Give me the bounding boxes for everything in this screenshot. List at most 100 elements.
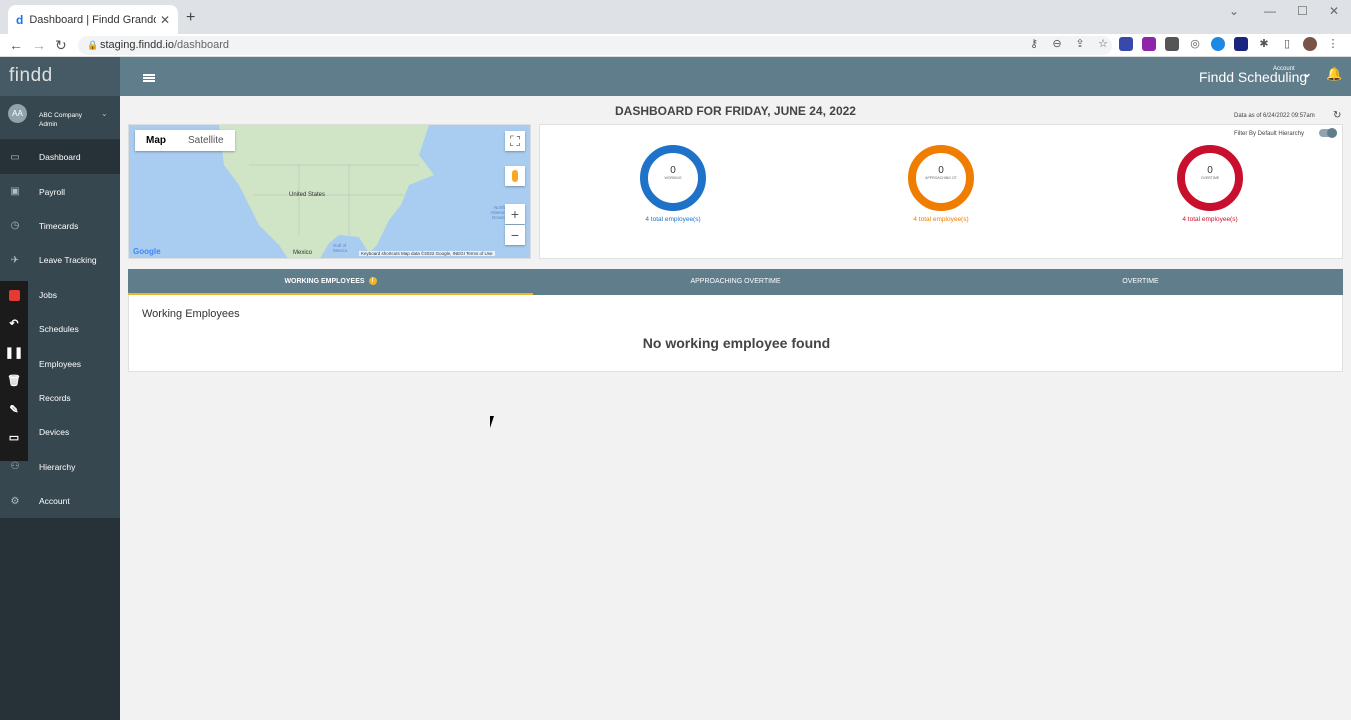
google-logo: Google [133, 247, 161, 256]
maximize-button[interactable]: ☐ [1297, 4, 1308, 18]
browser-tab-title: Dashboard | Findd Grandd Centr [29, 13, 156, 26]
sidebar-item-payroll[interactable]: ▣ Payroll [0, 174, 120, 209]
browser-tab[interactable]: d Dashboard | Findd Grandd Centr ✕ [8, 5, 178, 34]
tab-approaching-overtime[interactable]: APPROACHING OVERTIME [533, 269, 938, 295]
approaching-ot-caption: APPROACHING OT [925, 176, 957, 180]
bell-icon[interactable]: 🔔 [1326, 66, 1342, 82]
fullscreen-icon[interactable]: ⛶ [505, 131, 525, 151]
working-employees-panel: Working Employees No working employee fo… [128, 295, 1343, 372]
extension-icon[interactable]: ◎ [1187, 37, 1203, 54]
approaching-ot-total[interactable]: 4 total employee(s) [886, 216, 996, 223]
sidebar-item-label: Hierarchy [39, 461, 76, 472]
zoom-out-button[interactable]: − [505, 225, 525, 245]
camera-button[interactable]: ▭ [0, 424, 28, 453]
account-chevron-down-icon[interactable]: ⌄ [1302, 66, 1312, 80]
sidebar-item-timecards[interactable]: ◷ Timecards [0, 208, 120, 244]
data-timestamp: Data as of 6/24/2022 09:57am [1234, 113, 1315, 119]
overtime-ring[interactable]: 0 OVERTIME [1177, 145, 1243, 211]
hamburger-menu-icon[interactable] [143, 74, 155, 82]
tab-search-icon[interactable]: ⌄ [1229, 4, 1239, 18]
map-label-ocean: North Atlantic Ocean [490, 205, 505, 220]
minimize-button[interactable]: — [1264, 4, 1276, 18]
approaching-ot-ring[interactable]: 0 APPROACHING OT [908, 145, 974, 211]
working-ring[interactable]: 0 WORKING [640, 145, 706, 211]
info-icon[interactable]: i [368, 277, 377, 286]
trash-icon: 🗑 [7, 375, 21, 388]
sidebar-item-dashboard[interactable]: ▭ Dashboard [0, 140, 120, 175]
pause-button[interactable]: ❚❚ [0, 338, 28, 367]
menu-dots-icon[interactable]: ⋮ [1325, 37, 1341, 54]
page-title: DASHBOARD FOR FRIDAY, JUNE 24, 2022 [615, 104, 856, 118]
draw-button[interactable]: ✎ [0, 395, 28, 424]
filter-label: Filter By Default Hierarchy [1234, 131, 1305, 137]
url-host: staging.findd.io [100, 39, 174, 51]
profile-avatar-icon[interactable] [1302, 37, 1318, 54]
camera-icon: ▭ [8, 432, 20, 445]
tab-label: APPROACHING OVERTIME [690, 278, 781, 285]
share-icon[interactable]: ⇪ [1072, 37, 1088, 54]
employee-tabs: WORKING EMPLOYEES i APPROACHING OVERTIME … [128, 269, 1343, 295]
overtime-caption: OVERTIME [1200, 176, 1220, 180]
back-icon[interactable]: ← [9, 37, 23, 53]
close-tab-icon[interactable]: ✕ [160, 13, 170, 27]
overtime-total[interactable]: 4 total employee(s) [1155, 216, 1265, 223]
mouse-cursor-icon [490, 416, 498, 428]
gear-icon: ⚙ [10, 495, 20, 507]
record-stop-button[interactable] [0, 281, 28, 310]
user-role: Admin [39, 121, 58, 128]
panel-title: Working Employees [142, 308, 240, 320]
avatar: AA [8, 104, 27, 123]
user-menu[interactable]: AA ABC Company Admin ⌄ [0, 96, 120, 140]
map-label-mexico: Mexico [293, 250, 313, 256]
map-tab-map[interactable]: Map [135, 130, 177, 151]
street-view-pegman-icon[interactable] [505, 166, 525, 186]
extension-icon[interactable] [1118, 37, 1134, 54]
sidebar-item-label: Devices [39, 427, 70, 438]
sidebar-item-label: Dashboard [39, 152, 81, 163]
sidebar-item-account[interactable]: ⚙ Account [0, 483, 120, 519]
new-tab-button[interactable]: + [186, 9, 195, 27]
map-attribution[interactable]: Keyboard shortcuts Map data ©2022 Google… [359, 251, 495, 256]
url-path: /dashboard [174, 39, 230, 51]
laptop-icon: ▭ [10, 151, 20, 163]
tab-working-employees[interactable]: WORKING EMPLOYEES i [128, 269, 533, 295]
extension-icon[interactable] [1164, 37, 1180, 54]
sidebar-item-label: Payroll [39, 186, 65, 197]
working-total[interactable]: 4 total employee(s) [618, 216, 728, 223]
money-icon: ▣ [10, 186, 20, 198]
sidebar-item-label: Jobs [39, 289, 57, 300]
lock-icon: 🔒 [87, 40, 99, 50]
extension-icon[interactable] [1141, 37, 1157, 54]
refresh-icon[interactable]: ↻ [1333, 110, 1341, 121]
extension-icon[interactable] [1210, 37, 1226, 54]
side-panel-icon[interactable]: ▯ [1279, 37, 1295, 54]
clock-icon: ◷ [10, 220, 20, 232]
bookmark-star-icon[interactable]: ☆ [1095, 37, 1111, 54]
favicon-icon: d [16, 12, 24, 27]
map-widget[interactable]: Map Satellite ⛶ + − United States Mexico… [128, 124, 531, 259]
extension-icon[interactable] [1233, 37, 1249, 54]
hierarchy-filter-toggle[interactable] [1319, 128, 1337, 138]
tab-label: WORKING EMPLOYEES [284, 278, 365, 285]
delete-button[interactable]: 🗑 [0, 367, 28, 396]
sidebar-item-leave-tracking[interactable]: ✈ Leave Tracking [0, 243, 120, 278]
map-tab-satellite[interactable]: Satellite [177, 130, 235, 151]
app-header: Findd Scheduling Account ⌄ 🔔 [120, 57, 1351, 96]
tab-overtime[interactable]: OVERTIME [938, 269, 1343, 295]
puzzle-icon[interactable]: ✱ [1256, 37, 1272, 54]
map-label-us: United States [289, 192, 326, 198]
chevron-down-icon[interactable]: ⌄ [101, 109, 108, 118]
forward-icon[interactable]: → [32, 37, 46, 53]
account-label[interactable]: Account [1273, 66, 1295, 72]
address-bar[interactable]: 🔒 staging.findd.io/dashboard [78, 36, 1112, 55]
window-close-button[interactable]: ✕ [1329, 4, 1339, 18]
key-icon[interactable]: ⚷ [1026, 37, 1042, 54]
sidebar-item-label: Schedules [39, 324, 79, 335]
findd-logo[interactable]: findd [0, 57, 120, 96]
zoom-in-button[interactable]: + [505, 204, 525, 224]
undo-button[interactable]: ↶ [0, 310, 28, 339]
zoom-icon[interactable]: ⊖ [1049, 37, 1065, 54]
stop-icon [8, 289, 20, 301]
reload-icon[interactable]: ↻ [55, 37, 67, 54]
browser-toolbar: ← → ↻ 🔒 staging.findd.io/dashboard ⚷ ⊖ ⇪… [0, 34, 1351, 57]
